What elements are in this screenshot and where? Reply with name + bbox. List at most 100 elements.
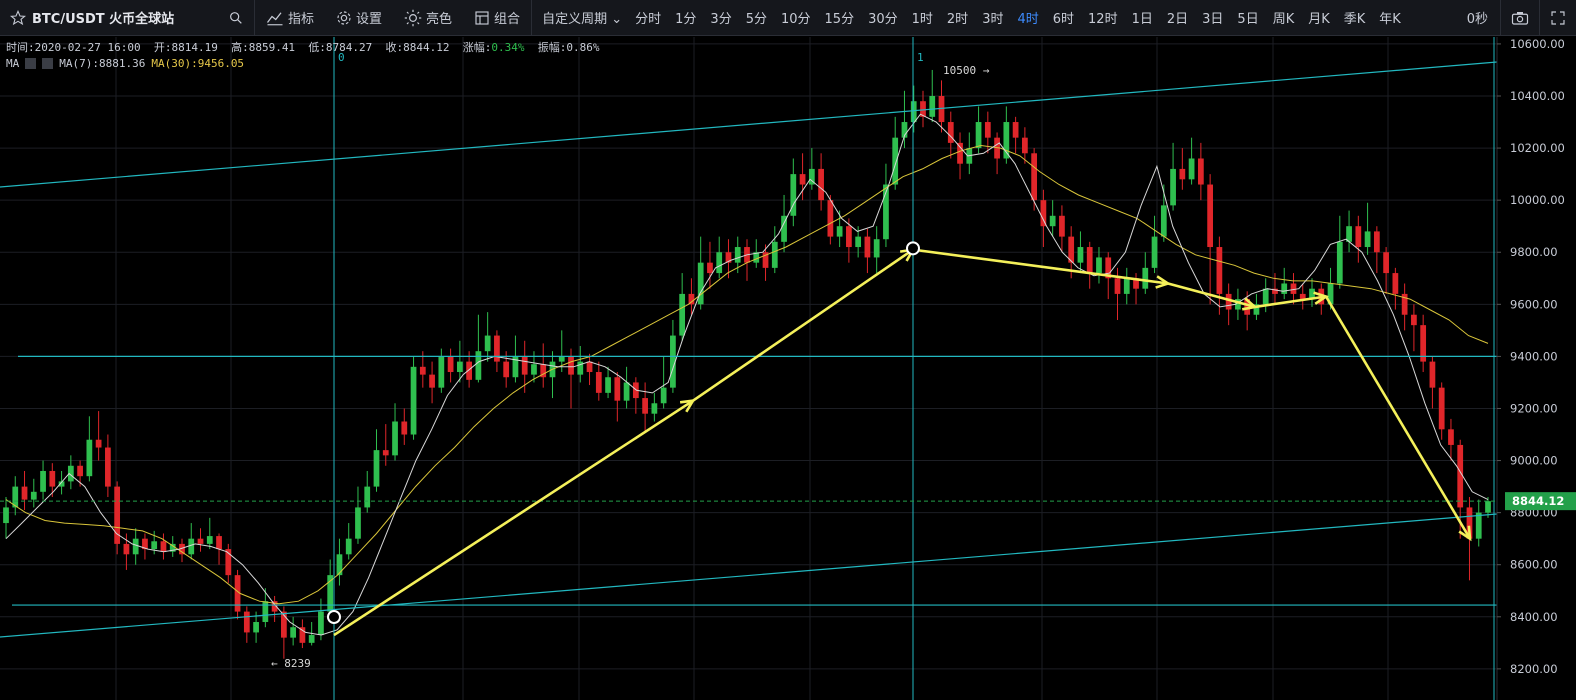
candle-body (206, 536, 213, 544)
period-tab[interactable]: 月K (1301, 8, 1337, 27)
candle-body (253, 622, 259, 633)
candle-body (1411, 314, 1417, 326)
candle-body (716, 252, 723, 274)
star-icon[interactable] (10, 9, 26, 26)
candle-body (688, 293, 695, 305)
candle-body (503, 361, 510, 378)
price-axis-label: 9800.00 (1510, 245, 1558, 259)
gear-icon (337, 10, 351, 25)
candle-body (521, 356, 528, 375)
info-close: 收:8844.12 (385, 41, 450, 54)
candle-body (975, 122, 982, 149)
period-tab[interactable]: 2日 (1160, 8, 1195, 27)
candle-body (1392, 273, 1399, 294)
ma-close-icon[interactable] (42, 58, 54, 69)
trend-arrows (333, 247, 1472, 637)
period-tab[interactable]: 30分 (861, 8, 905, 27)
indicator-label: 指标 (288, 12, 315, 27)
period-tab[interactable]: 15分 (818, 8, 862, 27)
candle-body (873, 239, 880, 258)
layout-button[interactable]: 组合 (463, 0, 531, 35)
candle-body (410, 366, 417, 435)
candle-body (105, 447, 111, 487)
search-icon[interactable] (228, 10, 244, 26)
candle-body (151, 541, 158, 550)
candle-body (846, 226, 852, 248)
fullscreen-button[interactable] (1539, 0, 1576, 35)
min-price-label: ← 8239 (271, 657, 311, 670)
candle-body (475, 351, 482, 380)
countdown-timer: 0秒 (1466, 12, 1488, 27)
candle-body (827, 200, 834, 237)
period-tab[interactable]: 5分 (739, 8, 774, 27)
arrow-line (912, 248, 1169, 285)
marker-label: 1 (917, 51, 924, 64)
candle-body (531, 364, 537, 375)
candle-body (382, 450, 389, 456)
layout-icon (475, 10, 489, 25)
candle-body (1151, 236, 1158, 268)
candle-body (651, 403, 658, 414)
period-tab[interactable]: 1日 (1125, 8, 1160, 27)
candle-body (318, 611, 324, 636)
candle-body (1207, 184, 1213, 248)
candlestick-chart[interactable]: 0 110500 →← 823910600.0010400.0010200.001… (0, 37, 1576, 700)
period-tab[interactable]: 1分 (668, 8, 703, 27)
period-tab[interactable]: 6时 (1046, 8, 1081, 27)
candle-body (40, 470, 46, 492)
candle-body (836, 226, 843, 237)
period-tab[interactable]: 分时 (628, 8, 668, 27)
fullscreen-icon (1551, 10, 1565, 25)
price-axis-label: 8600.00 (1510, 558, 1558, 572)
light-theme-button[interactable]: 亮色 (393, 0, 463, 35)
indicator-button[interactable]: 指标 (255, 0, 325, 35)
indicator-icon (266, 11, 283, 25)
symbol-title[interactable]: BTC/USDT 火币全球站 (32, 8, 174, 27)
arrow-line (333, 399, 694, 637)
candle-body (1429, 361, 1436, 388)
period-tab[interactable]: 5日 (1230, 8, 1265, 27)
candle-body (447, 356, 454, 373)
custom-period-dropdown[interactable]: 自定义周期 ⌄ (542, 8, 628, 27)
candle-body (568, 356, 574, 375)
period-tab[interactable]: 年K (1372, 8, 1408, 27)
period-tab[interactable]: 3日 (1195, 8, 1230, 27)
screenshot-button[interactable] (1500, 0, 1539, 35)
candle-body (1364, 231, 1371, 248)
ma-settings-icon[interactable] (25, 58, 37, 69)
candle-body (595, 372, 602, 393)
period-tab[interactable]: 周K (1266, 8, 1302, 27)
candle-body (160, 541, 167, 552)
candle-body (1059, 215, 1065, 237)
period-tab[interactable]: 季K (1337, 8, 1373, 27)
candle-body (95, 439, 102, 448)
period-tab[interactable]: 1时 (905, 8, 940, 27)
settings-button[interactable]: 设置 (325, 0, 393, 35)
info-amplitude: 振幅:0.86% (537, 41, 600, 54)
arrow-line (692, 248, 914, 402)
candle-body (771, 241, 778, 268)
candle-body (1290, 283, 1297, 294)
symbol-area: BTC/USDT 火币全球站 (0, 0, 255, 35)
candle-body (336, 554, 343, 576)
candle-body (1031, 153, 1038, 201)
period-tab[interactable]: 10分 (774, 8, 818, 27)
anchor-point (327, 610, 341, 625)
ohlc-info: 时间:2020-02-27 16:00 开:8814.19 高:8859.41 … (6, 39, 600, 55)
price-axis-label: 10000.00 (1510, 193, 1565, 207)
period-tab[interactable]: 3分 (703, 8, 738, 27)
period-tab[interactable]: 12时 (1081, 8, 1125, 27)
period-tab[interactable]: 2时 (940, 8, 975, 27)
candle-body (892, 137, 899, 185)
period-tab-active[interactable]: 4时 (1010, 8, 1045, 27)
info-change-value: 0.34% (491, 41, 525, 54)
candle-body (910, 101, 917, 123)
candle-body (401, 421, 408, 435)
candle-body (1096, 257, 1102, 274)
period-tab[interactable]: 3时 (975, 8, 1010, 27)
candle-body (605, 377, 611, 393)
candle-body (373, 450, 380, 487)
candle-body (1216, 247, 1223, 294)
candle-body (132, 538, 139, 555)
light-theme-label: 亮色 (426, 12, 453, 27)
